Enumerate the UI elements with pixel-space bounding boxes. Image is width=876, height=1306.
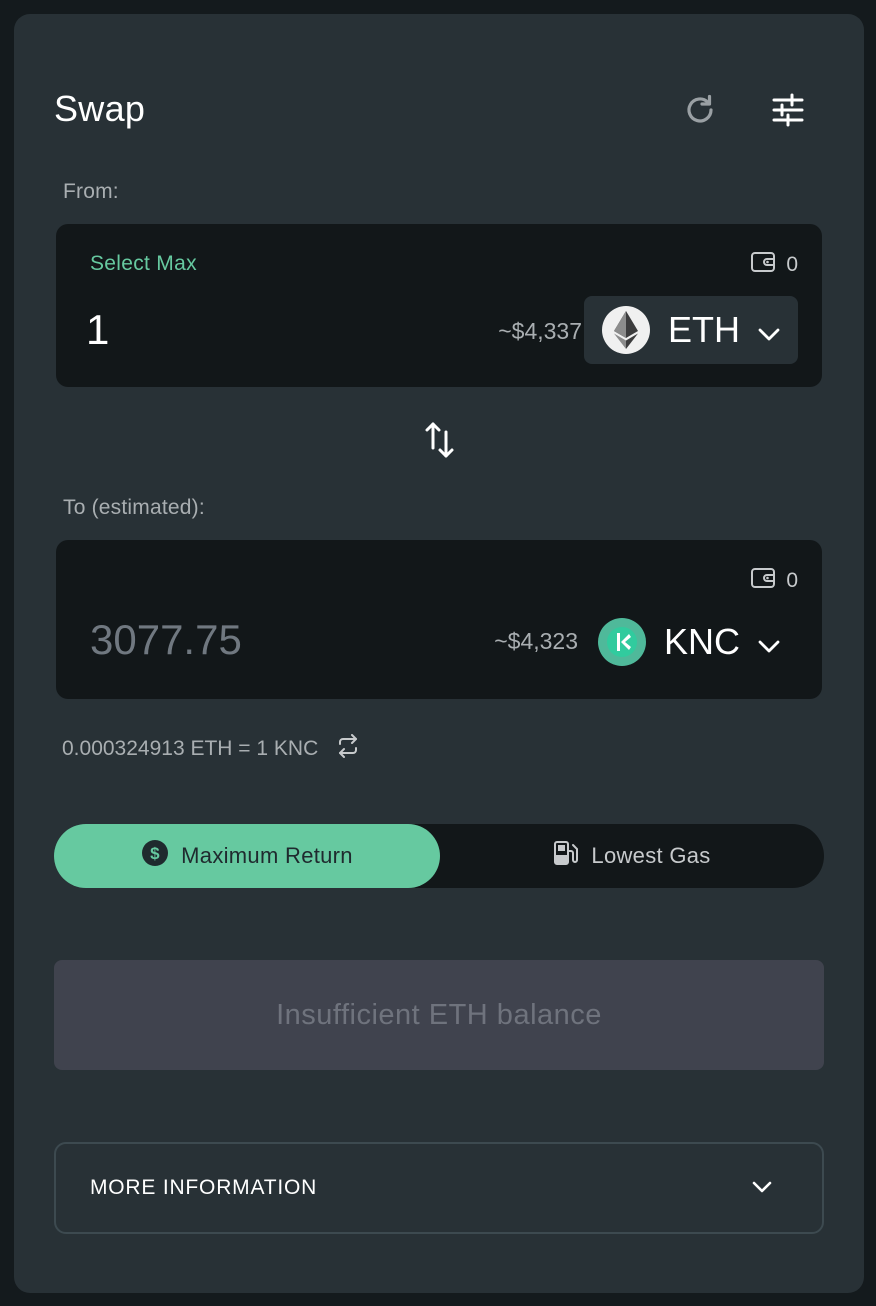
- from-balance: 0: [750, 250, 798, 280]
- to-amount-input[interactable]: 3077.75: [90, 616, 242, 664]
- swap-direction-icon[interactable]: [424, 420, 456, 460]
- svg-text:$: $: [150, 844, 160, 863]
- swap-card: Swap From: Select Max 0 1 ~$4,337 ETH To…: [14, 14, 864, 1293]
- swap-action-button[interactable]: Insufficient ETH balance: [54, 960, 824, 1070]
- exchange-rate: 0.000324913 ETH = 1 KNC: [62, 734, 360, 764]
- refresh-icon[interactable]: [678, 88, 722, 132]
- maximum-return-option[interactable]: $ Maximum Return: [54, 824, 440, 888]
- lowest-gas-label: Lowest Gas: [591, 843, 711, 868]
- chevron-down-icon: [758, 621, 780, 663]
- sliders-icon[interactable]: [766, 88, 810, 132]
- from-usd-value: ~$4,337: [498, 318, 582, 344]
- exchange-rate-text: 0.000324913 ETH = 1 KNC: [62, 737, 319, 760]
- more-information-label: MORE INFORMATION: [90, 1176, 318, 1199]
- maximum-return-label: Maximum Return: [181, 843, 353, 868]
- eth-logo-icon: [602, 306, 650, 354]
- gas-pump-icon: [553, 839, 579, 873]
- chevron-down-icon: [758, 309, 780, 351]
- wallet-icon: [750, 250, 776, 280]
- swap-rate-icon[interactable]: [336, 734, 360, 764]
- knc-logo-icon: [597, 618, 646, 666]
- from-amount-input[interactable]: 1: [86, 306, 109, 354]
- dollar-icon: $: [141, 839, 169, 873]
- page-title: Swap: [54, 88, 146, 129]
- lowest-gas-option[interactable]: Lowest Gas: [440, 824, 824, 888]
- to-panel: 0 3077.75 ~$4,323 KNC: [56, 540, 822, 699]
- to-usd-value: ~$4,323: [494, 628, 578, 654]
- from-token-symbol: ETH: [668, 309, 740, 350]
- chevron-down-icon: [752, 1180, 772, 1198]
- to-label: To (estimated):: [63, 496, 205, 519]
- to-token-symbol: KNC: [663, 621, 740, 662]
- more-information-toggle[interactable]: MORE INFORMATION: [54, 1142, 824, 1234]
- from-balance-value: 0: [786, 253, 798, 276]
- to-balance-value: 0: [786, 569, 798, 592]
- from-token-selector[interactable]: ETH: [584, 296, 798, 364]
- to-token-selector[interactable]: KNC: [580, 608, 798, 676]
- from-panel: Select Max 0 1 ~$4,337 ETH: [56, 224, 822, 387]
- wallet-icon: [750, 566, 776, 596]
- select-max-button[interactable]: Select Max: [90, 252, 197, 276]
- to-balance: 0: [750, 566, 798, 596]
- from-label: From:: [63, 180, 119, 203]
- route-toggle: $ Maximum Return Lowest Gas: [54, 824, 824, 888]
